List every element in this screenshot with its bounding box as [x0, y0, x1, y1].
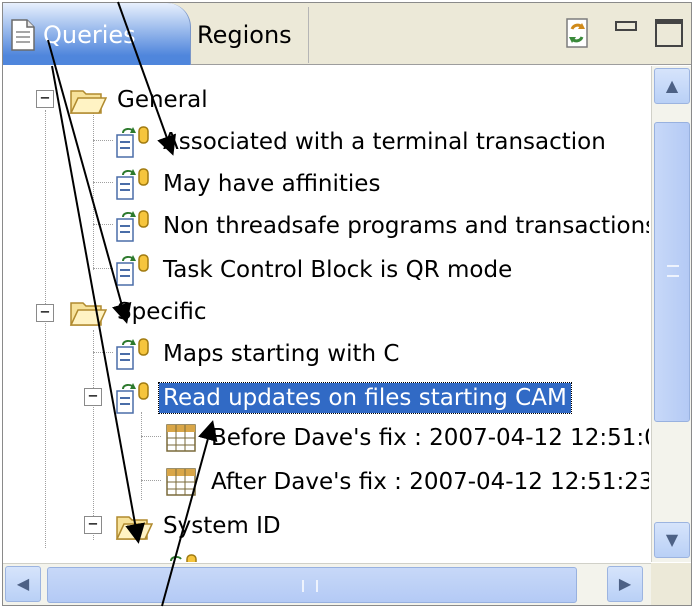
tab-regions[interactable]: Regions [193, 7, 309, 63]
tab-queries-label: Queries [43, 21, 136, 49]
tree-node-specific[interactable]: Specific [69, 292, 211, 332]
minimize-icon[interactable] [615, 21, 637, 31]
collapse-general-toggle[interactable]: − [36, 90, 54, 108]
tree-node-result[interactable]: After Dave's fix : 2007-04-12 12:51:23 [163, 462, 649, 502]
tree-node-query[interactable]: Non threadsafe programs and transactions [115, 206, 649, 246]
tree-node-label: General [117, 87, 208, 113]
scroll-left-button[interactable]: ◀ [5, 566, 41, 602]
table-icon [166, 468, 196, 496]
tab-regions-label: Regions [197, 21, 292, 49]
tree-node-label: Maps starting with C [163, 341, 400, 367]
tree-node-label: Associated with a terminal transaction [163, 129, 606, 155]
sync-icon[interactable] [561, 17, 593, 51]
tree-node-result[interactable]: Before Dave's fix : 2007-04-12 12:51:0 [163, 418, 649, 458]
query-icon [170, 554, 197, 562]
tree-node-query[interactable]: Associated with a terminal transaction [115, 122, 610, 162]
document-icon [11, 19, 35, 51]
scrollbar-corner [651, 563, 691, 605]
collapse-system-id-toggle[interactable]: − [84, 516, 102, 534]
query-icon [116, 254, 149, 286]
query-icon [116, 338, 149, 370]
tree-node-query-selected[interactable]: Read updates on files starting CAM [115, 378, 572, 418]
maximize-icon[interactable] [655, 19, 683, 47]
tree-node-label: Before Dave's fix : 2007-04-12 12:51:0 [211, 425, 649, 451]
folder-open-icon [69, 90, 107, 114]
tree-node-label: Specific [117, 299, 207, 325]
folder-open-icon [69, 302, 107, 326]
tree-node-general[interactable]: General [69, 80, 212, 120]
scroll-right-button[interactable]: ▶ [607, 566, 643, 602]
tree-node-label: May have affinities [163, 171, 381, 197]
tree-node-query[interactable]: Task Control Block is QR mode [115, 250, 516, 290]
query-icon [116, 382, 149, 414]
tree-node-label: Task Control Block is QR mode [163, 257, 513, 283]
tree-node-label: Read updates on files starting CAM [158, 382, 572, 414]
scroll-down-button[interactable]: ▼ [654, 522, 690, 558]
query-icon [116, 210, 149, 242]
vertical-scrollbar[interactable]: ▲ ▼ [651, 66, 691, 562]
table-icon [166, 424, 196, 452]
tree-node-label: Non threadsafe programs and transactions [163, 213, 649, 239]
tree-node-query[interactable]: May have affinities [115, 164, 384, 204]
folder-open-icon [115, 516, 153, 540]
collapse-specific-toggle[interactable]: − [36, 304, 54, 322]
tree-node-query[interactable]: Maps starting with C [115, 334, 403, 374]
tree-node-partial[interactable] [163, 550, 207, 562]
queries-view: Queries Regions − General Associated wit… [2, 2, 692, 606]
tree-node-system-id[interactable]: System ID [115, 506, 285, 546]
tree-node-label: System ID [163, 513, 281, 539]
tab-queries[interactable]: Queries [3, 3, 191, 65]
horizontal-scroll-thumb[interactable] [47, 567, 577, 603]
horizontal-scrollbar[interactable]: ◀ ▶ [3, 563, 651, 605]
collapse-query-toggle[interactable]: − [84, 388, 102, 406]
scroll-up-button[interactable]: ▲ [654, 68, 690, 104]
query-icon [116, 126, 149, 158]
query-tree[interactable]: − General Associated with a terminal tra… [3, 66, 649, 562]
tab-bar: Queries Regions [3, 3, 691, 65]
vertical-scroll-thumb[interactable] [654, 122, 690, 422]
tree-node-label: After Dave's fix : 2007-04-12 12:51:23 [211, 469, 649, 495]
query-icon [116, 168, 149, 200]
